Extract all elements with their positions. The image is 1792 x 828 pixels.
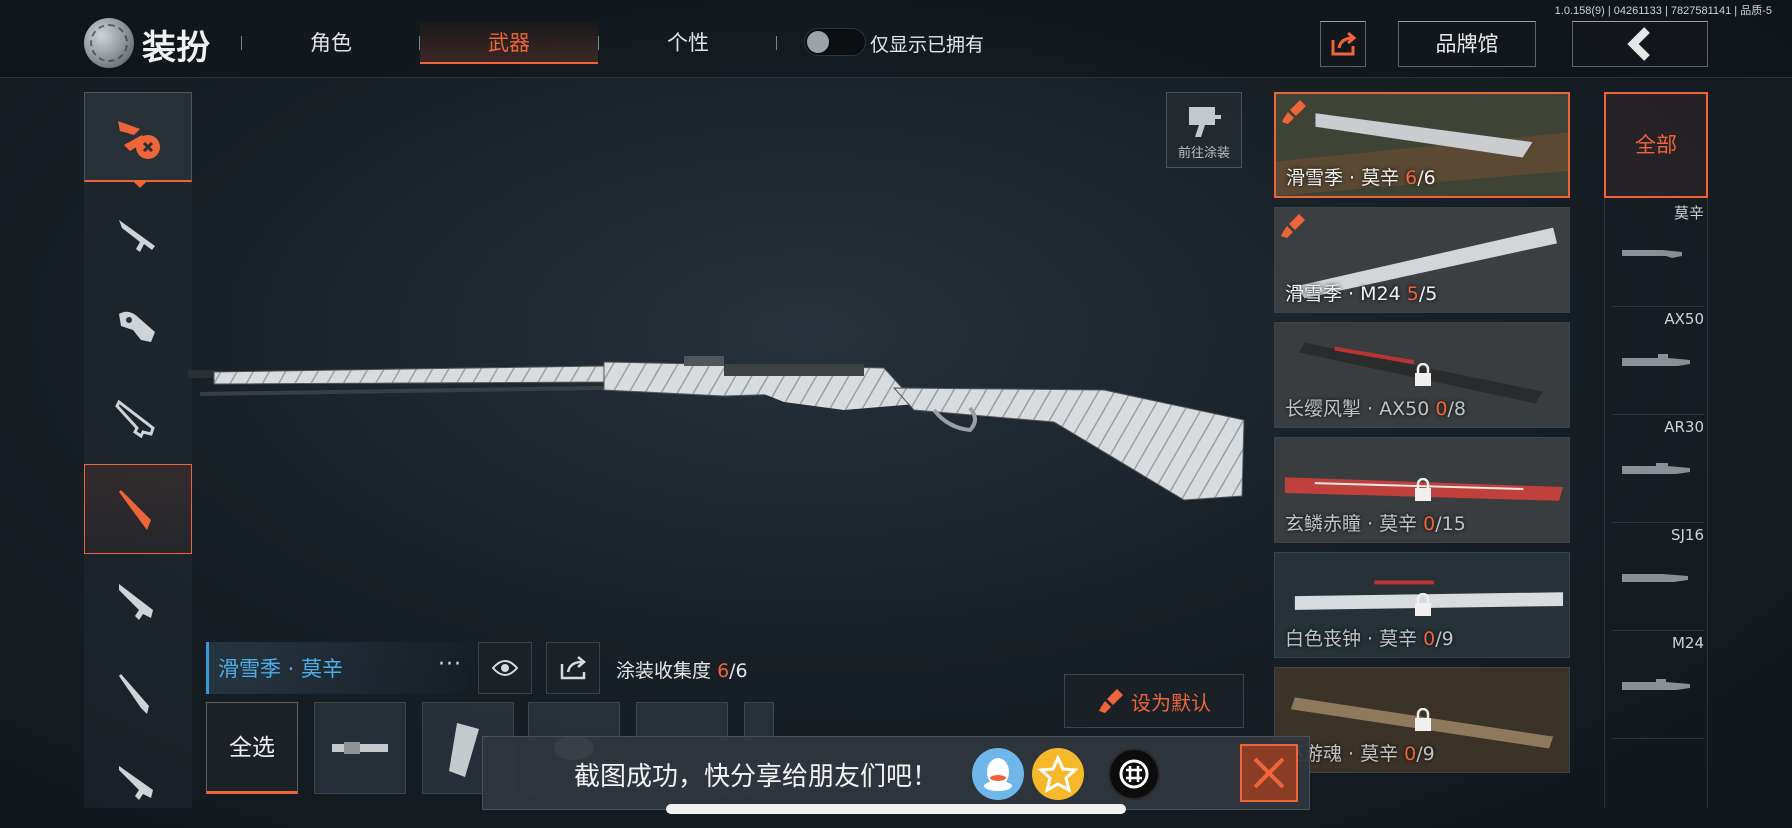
weapon-filter-label[interactable]: SJ16 [1671, 526, 1704, 544]
category-sniper[interactable] [84, 464, 192, 554]
skin-card[interactable]: 巫游魂 · 莫辛 0/9 [1274, 667, 1570, 773]
qq-share-button[interactable] [972, 748, 1024, 800]
selected-caret [133, 181, 147, 188]
divider [1612, 306, 1704, 307]
skin-collection-progress: 涂装收集度 6/6 [616, 656, 748, 683]
divider [1612, 738, 1704, 739]
tab-character[interactable]: 角色 [242, 22, 420, 64]
preview-button[interactable] [478, 642, 532, 694]
lmg-icon [119, 766, 153, 800]
weapon-skin-name: 滑雪季 · 莫辛 [218, 657, 344, 681]
version-info: 1.0.158(9) | 04261133 | 7827581141 | 品质-… [1554, 5, 1772, 17]
marksman-rifle-icon [119, 584, 153, 620]
collect-label: 涂装收集度 [616, 660, 712, 682]
share-icon [1331, 31, 1357, 56]
category-smg[interactable] [84, 282, 192, 372]
collect-total: /6 [729, 660, 748, 682]
go-to-paint-label: 前往涂装 [1177, 146, 1230, 161]
weapon-category-list [84, 92, 192, 808]
skin-name: 玄鳞赤瞳 · 莫辛 0/15 [1285, 513, 1466, 535]
assault-rifle-icon [119, 220, 155, 252]
rifle-icon[interactable] [1620, 674, 1692, 694]
globe-logo-icon [84, 18, 134, 68]
lock-icon [1415, 708, 1431, 731]
qq-icon [984, 758, 1012, 791]
rifle-icon[interactable] [1620, 242, 1692, 262]
skin-card[interactable]: 滑雪季 · 莫辛 6/6 [1274, 92, 1570, 198]
qzone-share-button[interactable] [1032, 748, 1084, 800]
close-icon [1253, 757, 1285, 789]
divider [1612, 522, 1704, 523]
set-default-button[interactable]: 设为默认 [1064, 674, 1244, 728]
set-default-label: 设为默认 [1131, 690, 1211, 715]
rifle-icon[interactable] [1620, 350, 1692, 370]
toggle-knob [807, 31, 829, 53]
skin-card[interactable]: 长缨风掣 · AX50 0/8 [1274, 322, 1570, 428]
sniper-rifle-icon [119, 490, 151, 530]
shotgun-icon [115, 399, 155, 439]
owned-only-label: 仅显示已拥有 [870, 34, 985, 56]
category-marksman[interactable] [84, 556, 192, 646]
go-to-paint-button[interactable]: 前往涂装 [1166, 92, 1242, 168]
moments-share-button[interactable] [1108, 748, 1160, 800]
tab-separator [776, 36, 777, 50]
spray-gun-icon [1189, 107, 1221, 137]
skin-name: 滑雪季 · 莫辛 6/6 [1286, 167, 1436, 189]
skin-name: 长缨风掣 · AX50 0/8 [1285, 398, 1466, 420]
close-toast-button[interactable] [1240, 744, 1298, 802]
weapon-filter-label[interactable]: AR30 [1664, 418, 1704, 436]
toast-message: 截图成功，快分享给朋友们吧！ [574, 762, 939, 792]
share-button[interactable] [1320, 21, 1366, 67]
skin-card[interactable]: 滑雪季 · M24 5/5 [1274, 207, 1570, 313]
rifle-icon[interactable] [1620, 566, 1692, 586]
page-title: 装扮 [142, 28, 210, 68]
lock-icon [1415, 363, 1431, 386]
bolt-action-icon [119, 674, 149, 714]
category-shotgun[interactable] [84, 374, 192, 464]
select-all-button[interactable]: 全选 [206, 702, 298, 794]
barrel-part-icon [332, 742, 388, 754]
category-assault-rifle[interactable] [84, 190, 192, 280]
weapon-filter-label[interactable]: 莫辛 [1674, 202, 1704, 223]
category-lmg[interactable] [84, 738, 192, 828]
weapon-filter-label[interactable]: M24 [1672, 634, 1704, 652]
more-options-button[interactable]: ··· [438, 652, 462, 677]
home-indicator [666, 804, 1126, 814]
tab-weapon[interactable]: 武器 [420, 22, 598, 64]
paint-brush-icon [1281, 214, 1305, 238]
share-weapon-button[interactable] [546, 642, 600, 694]
owned-only-toggle[interactable] [804, 28, 866, 56]
divider [1612, 630, 1704, 631]
weapon-filter-column [1604, 92, 1708, 808]
share-icon [560, 656, 586, 680]
lock-icon [1415, 478, 1431, 501]
part-slot-barrel[interactable] [314, 702, 406, 794]
divider [1612, 414, 1704, 415]
paint-brush-icon [1099, 689, 1123, 713]
back-button[interactable] [1572, 21, 1708, 67]
skin-card[interactable]: 玄鳞赤瞳 · 莫辛 0/15 [1274, 437, 1570, 543]
filter-all-button[interactable]: 全部 [1604, 92, 1708, 198]
skin-card[interactable]: 白色丧钟 · 莫辛 0/9 [1274, 552, 1570, 658]
category-bolt-action[interactable] [84, 648, 192, 738]
brand-hall-button[interactable]: 品牌馆 [1398, 21, 1536, 67]
moments-icon [1119, 759, 1149, 789]
eye-icon [491, 660, 519, 676]
chevron-left-icon [1627, 27, 1650, 61]
skin-name: 滑雪季 · M24 5/5 [1285, 283, 1438, 305]
skin-name: 白色丧钟 · 莫辛 0/9 [1285, 628, 1454, 650]
category-all[interactable] [84, 92, 192, 188]
collect-owned: 6 [717, 660, 730, 682]
weapon-category-icon [118, 120, 160, 159]
weapon-filter-label[interactable]: AX50 [1664, 310, 1704, 328]
weapon-preview-rifle[interactable] [184, 350, 1264, 530]
smg-icon [119, 311, 155, 342]
qzone-star-icon [1037, 754, 1079, 793]
lock-icon [1415, 593, 1431, 616]
paint-brush-icon [1282, 100, 1306, 124]
tab-personality[interactable]: 个性 [599, 22, 777, 64]
rifle-icon[interactable] [1620, 458, 1692, 478]
